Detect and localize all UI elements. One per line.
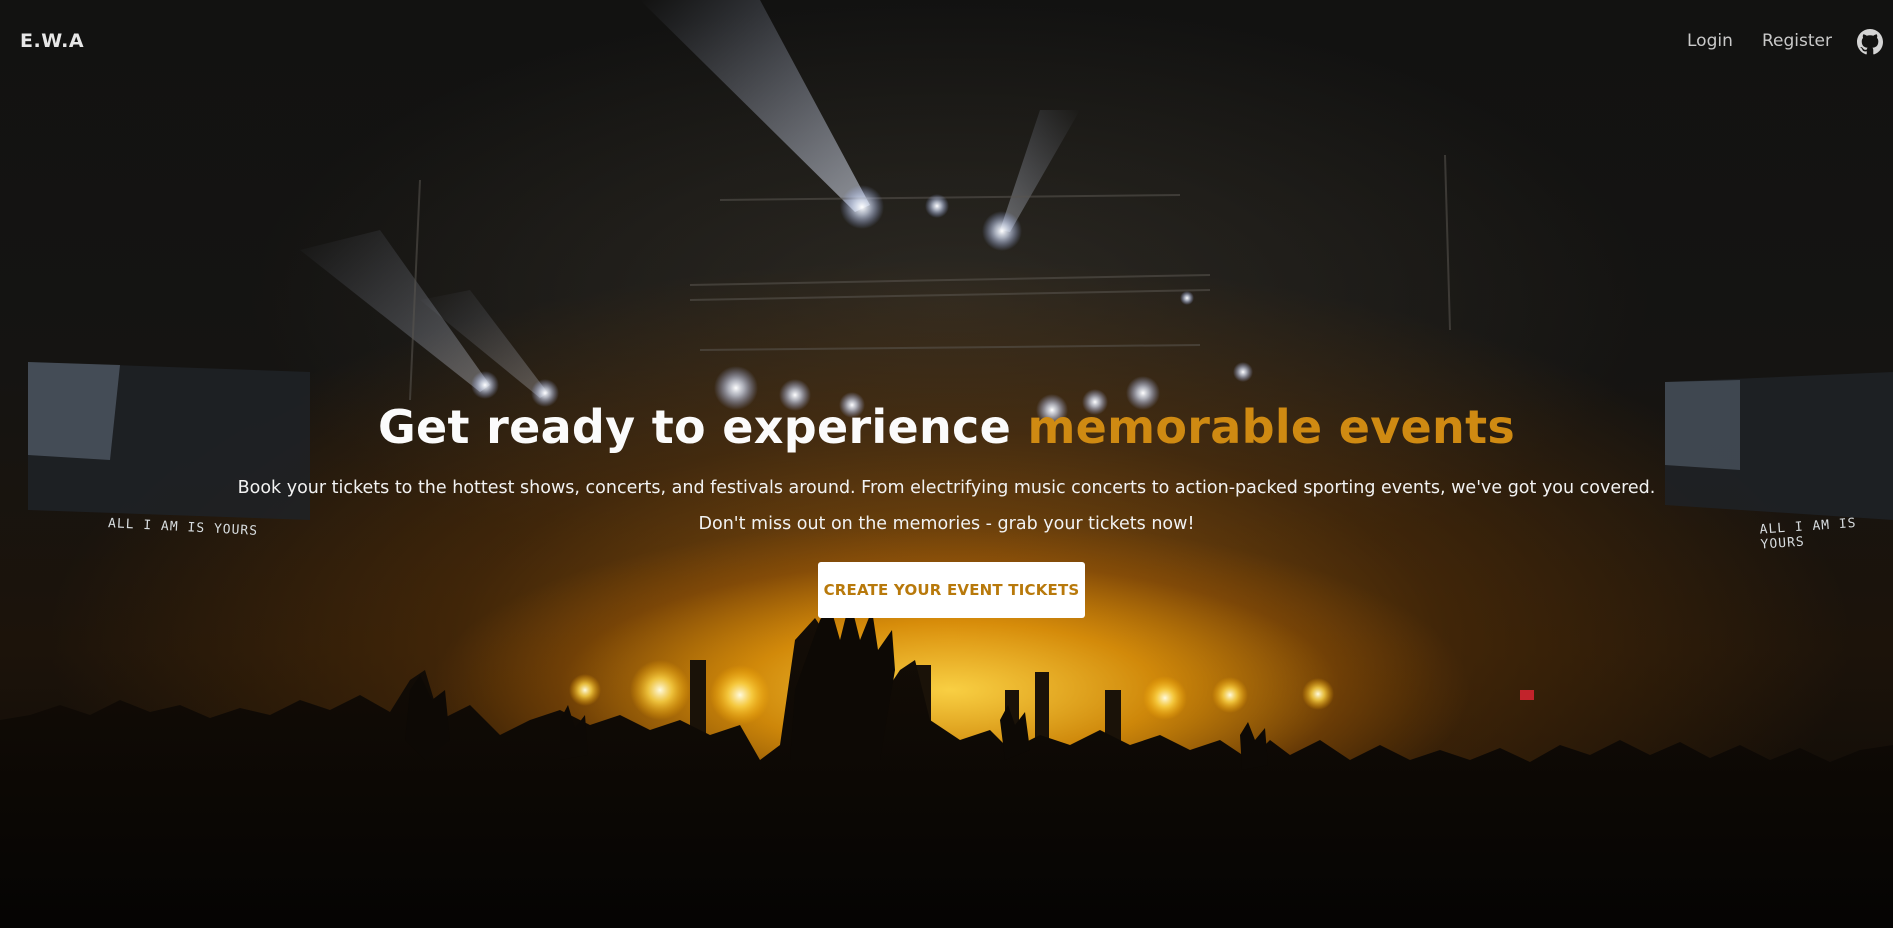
navbar: E.W.A Login Register (0, 0, 1893, 84)
concert-background-image (0, 0, 1893, 928)
headline-main-text: Get ready to experience (377, 400, 1028, 454)
hero-subtitle: Book your tickets to the hottest shows, … (237, 478, 1656, 498)
login-link[interactable]: Login (1687, 31, 1733, 51)
github-icon[interactable] (1857, 29, 1883, 55)
create-event-tickets-button[interactable]: CREATE YOUR EVENT TICKETS (818, 562, 1085, 618)
hero-tagline: Don't miss out on the memories - grab yo… (698, 514, 1195, 534)
hero-headline: Get ready to experience memorable events (0, 400, 1893, 454)
brand-logo[interactable]: E.W.A (20, 30, 84, 52)
headline-accent-text: memorable events (1027, 400, 1516, 454)
register-link[interactable]: Register (1762, 31, 1832, 51)
hero-section: ALL I AM IS YOURS ALL I AM IS YOURS E.W.… (0, 0, 1893, 928)
